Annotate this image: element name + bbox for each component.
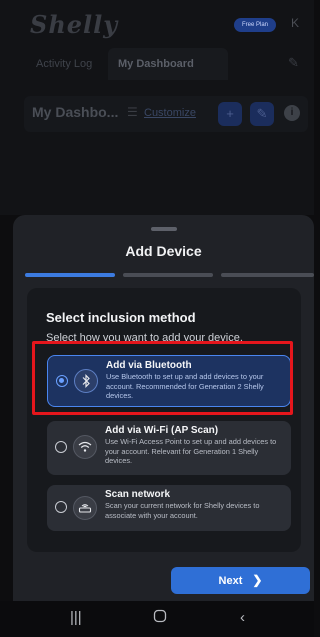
option-title: Scan network: [105, 489, 171, 500]
tab-my-dashboard[interactable]: My Dashboard: [108, 48, 228, 80]
avatar[interactable]: K: [291, 16, 299, 30]
shelly-logo: Shelly: [30, 10, 119, 39]
background-app: Shelly Free Plan K Activity Log My Dashb…: [0, 0, 314, 215]
next-button[interactable]: Next ❯: [171, 567, 310, 594]
edit-tabs-pencil-icon[interactable]: ✎: [288, 55, 299, 71]
option-title: Add via Wi-Fi (AP Scan): [105, 425, 219, 436]
info-icon[interactable]: i: [284, 105, 300, 121]
sheet-title: Add Device: [125, 243, 202, 259]
inclusion-method-card: Select inclusion method Select how you w…: [27, 288, 301, 552]
tab-activity-log[interactable]: Activity Log: [36, 48, 92, 80]
sheet-drag-handle[interactable]: [151, 227, 177, 231]
step-2-indicator: [123, 273, 213, 277]
option-description: Scan your current network for Shelly dev…: [105, 501, 260, 520]
chevron-right-icon: ❯: [252, 573, 263, 587]
add-plus-icon[interactable]: +: [218, 102, 242, 126]
top-bar: Shelly Free Plan K: [0, 0, 314, 44]
wifi-icon: [73, 435, 97, 459]
recents-icon[interactable]: |||: [70, 609, 82, 626]
radio-unselected[interactable]: [55, 501, 67, 513]
edit-pencil-icon[interactable]: ✎: [250, 102, 274, 126]
dashboard-header: My Dashbo... ☰ Customize + ✎ i: [24, 96, 308, 132]
radio-unselected[interactable]: [55, 441, 67, 453]
home-icon[interactable]: [153, 609, 167, 627]
option-description: Use Wi-Fi Access Point to set up and add…: [105, 437, 277, 465]
option-wifi-ap-scan[interactable]: Add via Wi-Fi (AP Scan) Use Wi-Fi Access…: [47, 421, 291, 475]
step-3-indicator: [221, 273, 314, 277]
card-title: Select inclusion method: [46, 310, 196, 325]
dashboard-title: My Dashbo...: [32, 104, 119, 120]
next-label: Next: [218, 575, 243, 587]
step-1-indicator: [25, 273, 115, 277]
customize-link[interactable]: Customize: [144, 107, 196, 119]
highlight-box: [32, 341, 293, 415]
option-scan-network[interactable]: Scan network Scan your current network f…: [47, 485, 291, 531]
android-nav-bar: ||| ‹: [0, 601, 314, 637]
router-icon: [73, 496, 97, 520]
dashboard-tabs: Activity Log My Dashboard: [26, 48, 314, 80]
step-progress: [25, 273, 314, 277]
sliders-icon: ☰: [127, 105, 138, 119]
plan-badge[interactable]: Free Plan: [234, 18, 276, 32]
back-icon[interactable]: ‹: [240, 609, 245, 626]
